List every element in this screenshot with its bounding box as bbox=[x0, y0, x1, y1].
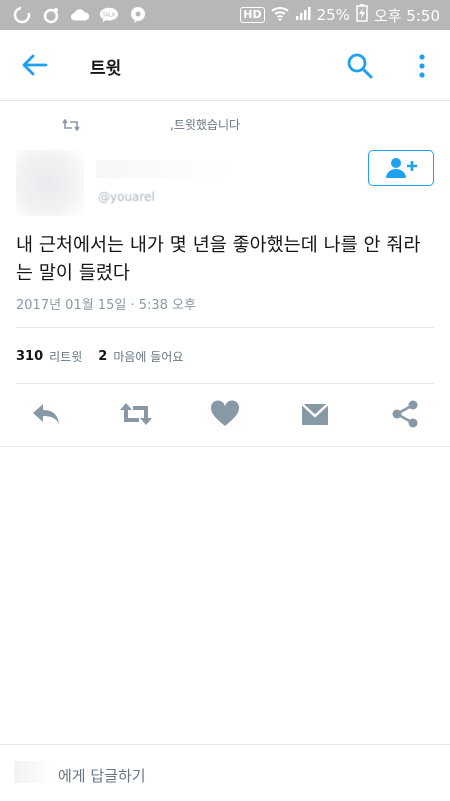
more-vertical-icon bbox=[419, 54, 425, 78]
back-button[interactable] bbox=[20, 52, 50, 78]
reply-composer[interactable]: 에게 답글하기 bbox=[0, 744, 450, 801]
wifi-icon bbox=[270, 5, 289, 25]
retweet-button[interactable] bbox=[119, 398, 152, 430]
divider bbox=[0, 446, 450, 447]
retweet-small-icon bbox=[62, 118, 80, 131]
retweeter-name-redacted bbox=[86, 120, 164, 130]
app-notification-icon bbox=[12, 6, 32, 24]
tweet-actions bbox=[0, 398, 450, 434]
tweet-text: 내 근처에서는 내가 몇 년을 좋아했는데 나를 안 줘라는 말이 들렸다 bbox=[16, 235, 421, 284]
author-handle[interactable]: @youarel bbox=[98, 190, 155, 204]
app-bar: 트윗 bbox=[0, 30, 450, 101]
messenger-icon bbox=[128, 6, 148, 24]
reply-target-redacted bbox=[14, 761, 56, 783]
hd-icon: HD bbox=[240, 7, 265, 23]
retweet-stat[interactable]: 310 리트윗 bbox=[16, 348, 82, 365]
share-icon bbox=[392, 400, 418, 428]
retweet-banner-text: ,트윗했습니다 bbox=[170, 118, 241, 132]
overflow-menu-button[interactable] bbox=[414, 52, 430, 80]
system-status: HD 25% 오후 5:50 bbox=[240, 4, 450, 26]
search-button[interactable] bbox=[346, 52, 374, 80]
heart-icon bbox=[210, 400, 240, 426]
app-notification-icon-2 bbox=[41, 6, 61, 24]
retweet-stat-label: 리트윗 bbox=[49, 350, 83, 364]
status-bar: TALK HD 25% 오후 5:50 bbox=[0, 0, 450, 30]
reply-button[interactable] bbox=[30, 398, 62, 430]
reply-input-placeholder[interactable]: 에게 답글하기 bbox=[58, 765, 146, 786]
share-button[interactable] bbox=[389, 398, 421, 430]
battery-charging-icon bbox=[356, 4, 368, 26]
signal-icon bbox=[295, 5, 311, 25]
retweet-banner: ,트윗했습니다 bbox=[62, 116, 240, 133]
arrow-left-icon bbox=[22, 54, 48, 76]
direct-message-button[interactable] bbox=[299, 398, 331, 430]
like-stat[interactable]: 2 마음에 들어요 bbox=[98, 348, 183, 365]
notification-icons: TALK bbox=[0, 6, 148, 24]
like-count: 2 bbox=[98, 349, 108, 364]
page-title: 트윗 bbox=[90, 59, 122, 79]
avatar[interactable] bbox=[16, 150, 84, 216]
like-stat-label: 마음에 들어요 bbox=[113, 350, 184, 364]
svg-text:TALK: TALK bbox=[101, 12, 116, 18]
cloud-icon bbox=[70, 6, 90, 24]
author-name-redacted[interactable] bbox=[96, 160, 236, 178]
tweet-timestamp: 2017년 01월 15일 · 5:38 오후 bbox=[16, 298, 196, 313]
envelope-icon bbox=[301, 403, 329, 425]
retweet-count: 310 bbox=[16, 349, 44, 364]
reply-icon bbox=[33, 404, 59, 424]
divider bbox=[16, 327, 434, 328]
like-button[interactable] bbox=[209, 398, 241, 430]
search-icon bbox=[347, 53, 373, 79]
follow-button[interactable] bbox=[368, 150, 434, 186]
add-user-icon bbox=[386, 158, 417, 178]
tweet-stats: 310 리트윗 2 마음에 들어요 bbox=[16, 348, 199, 365]
clock: 오후 5:50 bbox=[373, 6, 440, 25]
retweet-icon bbox=[120, 403, 152, 425]
battery-percent: 25% bbox=[316, 6, 350, 24]
divider bbox=[16, 383, 434, 384]
talk-icon: TALK bbox=[99, 6, 119, 24]
